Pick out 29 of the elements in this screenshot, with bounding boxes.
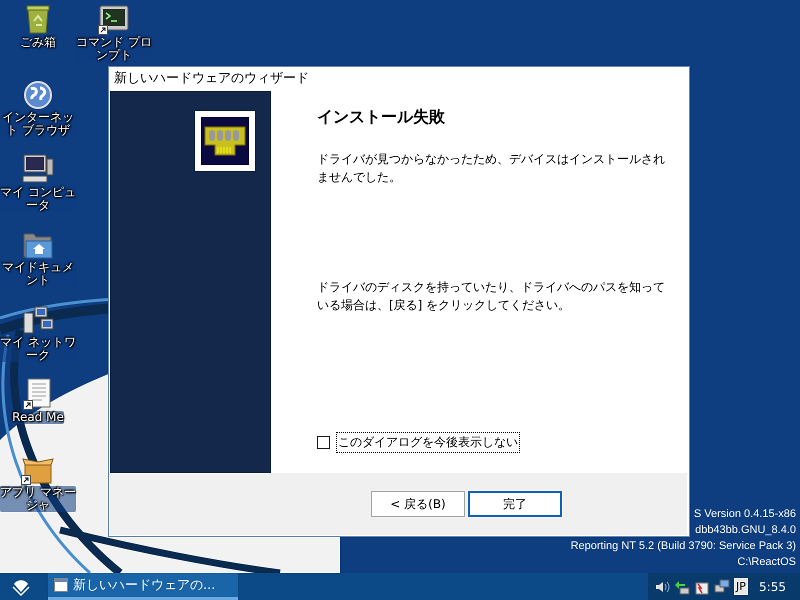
computer-icon[interactable]	[21, 153, 55, 185]
home-folder-icon[interactable]	[22, 232, 54, 260]
back-button[interactable]: < 戻る(B)	[371, 491, 465, 517]
window-icon	[54, 578, 68, 592]
desktop-icon-label[interactable]: マイ コンピュータ	[0, 186, 76, 212]
checkbox-label[interactable]: このダイアログを今後表示しない	[336, 432, 520, 453]
hint-text: ドライバのディスクを持っていたり、ドライバへのパスを知っている場合は、[戻る] をクリックしてください。	[317, 279, 666, 314]
network-computers-icon[interactable]	[21, 305, 55, 335]
taskbar-window-button[interactable]: 新しいハードウェアの...	[48, 573, 238, 600]
shortcut-arrow-icon	[23, 400, 33, 410]
circuit-board-icon	[201, 117, 249, 165]
network-arrows-icon[interactable]	[674, 578, 690, 594]
error-message: ドライバが見つからなかったため、デバイスはインストールされませんでした。	[317, 151, 666, 186]
version-text: Reporting NT 5.2 (Build 3790: Service Pack 3)	[570, 539, 796, 554]
version-text: S Version 0.4.15-x86	[692, 507, 796, 522]
language-indicator[interactable]: JP	[734, 578, 748, 595]
computers-icon[interactable]	[714, 578, 730, 594]
finish-button[interactable]: 完了	[468, 491, 562, 517]
desktop-icon-label[interactable]: マイ ネットワーク	[0, 336, 76, 362]
shortcut-arrow-icon	[21, 475, 31, 485]
version-text: C:\ReactOS	[736, 555, 796, 570]
checkbox[interactable]	[317, 436, 330, 449]
window-title: 新しいハードウェアのウィザード	[113, 70, 310, 88]
version-text: dbb43bb.GNU_8.4.0	[694, 523, 796, 538]
desktop-icon-label[interactable]: コマンド プロンプト	[76, 36, 152, 62]
shortcut-arrow-icon	[98, 25, 108, 35]
wizard-heading: インストール失敗	[317, 107, 446, 128]
clock[interactable]: 5:55	[759, 580, 786, 594]
logo-icon	[11, 578, 31, 596]
